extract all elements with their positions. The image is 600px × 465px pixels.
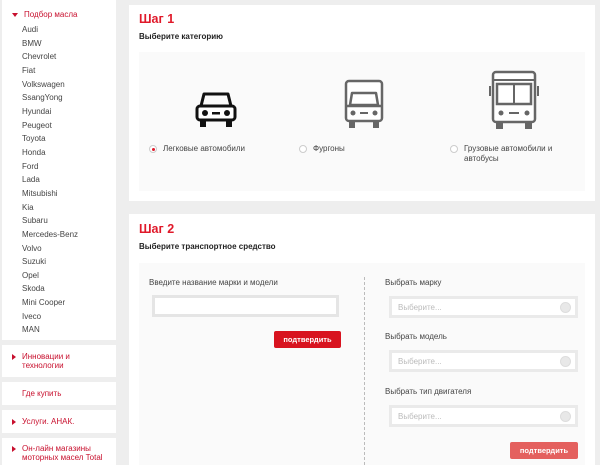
sidebar-item-brand[interactable]: Suzuki [22, 255, 116, 269]
step1-title: Шаг 1 [139, 12, 175, 26]
sidebar-item-brand[interactable]: Hyundai [22, 105, 116, 119]
sidebar-item-brand[interactable]: Skoda [22, 282, 116, 296]
sidebar-item-brand[interactable]: MAN [22, 323, 116, 337]
sidebar-item-brand[interactable]: Ford [22, 160, 116, 174]
step1-subtitle: Выберите категорию [139, 32, 223, 41]
dropdown-icon [560, 302, 571, 313]
oil-selection-menu: Подбор масла Audi BMW Chevrolet Fiat Volkswa… [2, 0, 116, 340]
category-label: Фургоны [313, 144, 345, 153]
van-icon[interactable] [343, 79, 385, 131]
sidebar-item-brand[interactable]: Audi [22, 23, 116, 37]
sidebar-item-label: Инновации и технологии [22, 352, 70, 370]
sidebar: Подбор масла Audi BMW Chevrolet Fiat Volkswa… [0, 0, 118, 465]
sidebar-item-where-to-buy[interactable]: Где купить [2, 382, 116, 405]
dropdown-icon [560, 356, 571, 367]
chevron-right-icon [12, 419, 16, 425]
car-icon[interactable] [194, 90, 238, 130]
sidebar-item-brand[interactable]: Iveco [22, 310, 116, 324]
chevron-right-icon [12, 446, 16, 452]
sidebar-item-brand[interactable]: Kia [22, 201, 116, 215]
radio-button[interactable] [149, 145, 157, 153]
oil-selection-label: Подбор масла [24, 10, 78, 19]
brand-select[interactable]: Выберите... [389, 296, 578, 318]
confirm-model-button[interactable]: подтвердить [274, 331, 341, 348]
sidebar-item-brand[interactable]: Lada [22, 173, 116, 187]
sidebar-item-brand[interactable]: Mercedes-Benz [22, 228, 116, 242]
select-placeholder: Выберите... [398, 356, 442, 366]
category-area: Легковые автомобили Фургоны Грузовые авт… [139, 52, 585, 191]
category-label: Легковые автомобили [163, 144, 246, 153]
step2-panel: Шаг 2 Выберите транспортное средство [129, 214, 595, 465]
sidebar-item-label: Где купить [22, 389, 62, 398]
category-option-trucks[interactable]: Грузовые автомобили и автобусы [450, 144, 580, 164]
engine-select-label: Выбрать тип двигателя [385, 387, 472, 396]
model-select-label: Выбрать модель [385, 332, 447, 341]
sidebar-item-brand[interactable]: Subaru [22, 214, 116, 228]
sidebar-item-brand[interactable]: Mitsubishi [22, 187, 116, 201]
confirm-vehicle-button[interactable]: подтвердить [510, 442, 578, 459]
bus-icon[interactable] [489, 70, 539, 132]
oil-selection-header[interactable]: Подбор масла [2, 0, 116, 19]
category-option-vans[interactable]: Фургоны [299, 144, 345, 154]
sidebar-item-brand[interactable]: Volvo [22, 242, 116, 256]
chevron-right-icon [12, 354, 16, 360]
sidebar-item-brand[interactable]: BMW [22, 37, 116, 51]
brand-list: Audi BMW Chevrolet Fiat Volkswagen SsangYong H… [2, 23, 116, 337]
sidebar-item-brand[interactable]: Toyota [22, 132, 116, 146]
step2-subtitle: Выберите транспортное средство [139, 242, 276, 251]
step1-panel: Шаг 1 Выберите категорию Легковые автомо… [129, 5, 595, 201]
model-search-label: Введите название марки и модели [149, 278, 278, 287]
engine-select[interactable]: Выберите... [389, 405, 578, 427]
select-placeholder: Выберите... [398, 302, 442, 312]
sidebar-item-brand[interactable]: SsangYong [22, 91, 116, 105]
sidebar-item-services[interactable]: Услуги. АНАК. [2, 410, 116, 433]
sidebar-item-brand[interactable]: Honda [22, 146, 116, 160]
dropdown-icon [560, 411, 571, 422]
radio-button[interactable] [450, 145, 458, 153]
sidebar-item-online-shops[interactable]: Он-лайн магазины моторных масел Total [2, 438, 116, 465]
sidebar-item-label: Услуги. АНАК. [22, 417, 75, 426]
brand-select-label: Выбрать марку [385, 278, 442, 287]
sidebar-item-brand[interactable]: Volkswagen [22, 78, 116, 92]
divider [364, 277, 365, 465]
sidebar-item-brand[interactable]: Peugeot [22, 119, 116, 133]
model-search-input[interactable] [152, 295, 339, 317]
category-option-cars[interactable]: Легковые автомобили [149, 144, 245, 154]
select-placeholder: Выберите... [398, 411, 442, 421]
sidebar-item-brand[interactable]: Mini Cooper [22, 296, 116, 310]
sidebar-item-innovations[interactable]: Инновации и технологии [2, 345, 116, 377]
sidebar-item-brand[interactable]: Opel [22, 269, 116, 283]
radio-button[interactable] [299, 145, 307, 153]
model-select[interactable]: Выберите... [389, 350, 578, 372]
step2-title: Шаг 2 [139, 222, 175, 236]
sidebar-item-brand[interactable]: Fiat [22, 64, 116, 78]
sidebar-item-label: Он-лайн магазины моторных масел Total [22, 444, 103, 462]
category-label: Грузовые автомобили и автобусы [464, 144, 553, 163]
sidebar-item-brand[interactable]: Chevrolet [22, 50, 116, 64]
chevron-down-icon [12, 13, 18, 17]
